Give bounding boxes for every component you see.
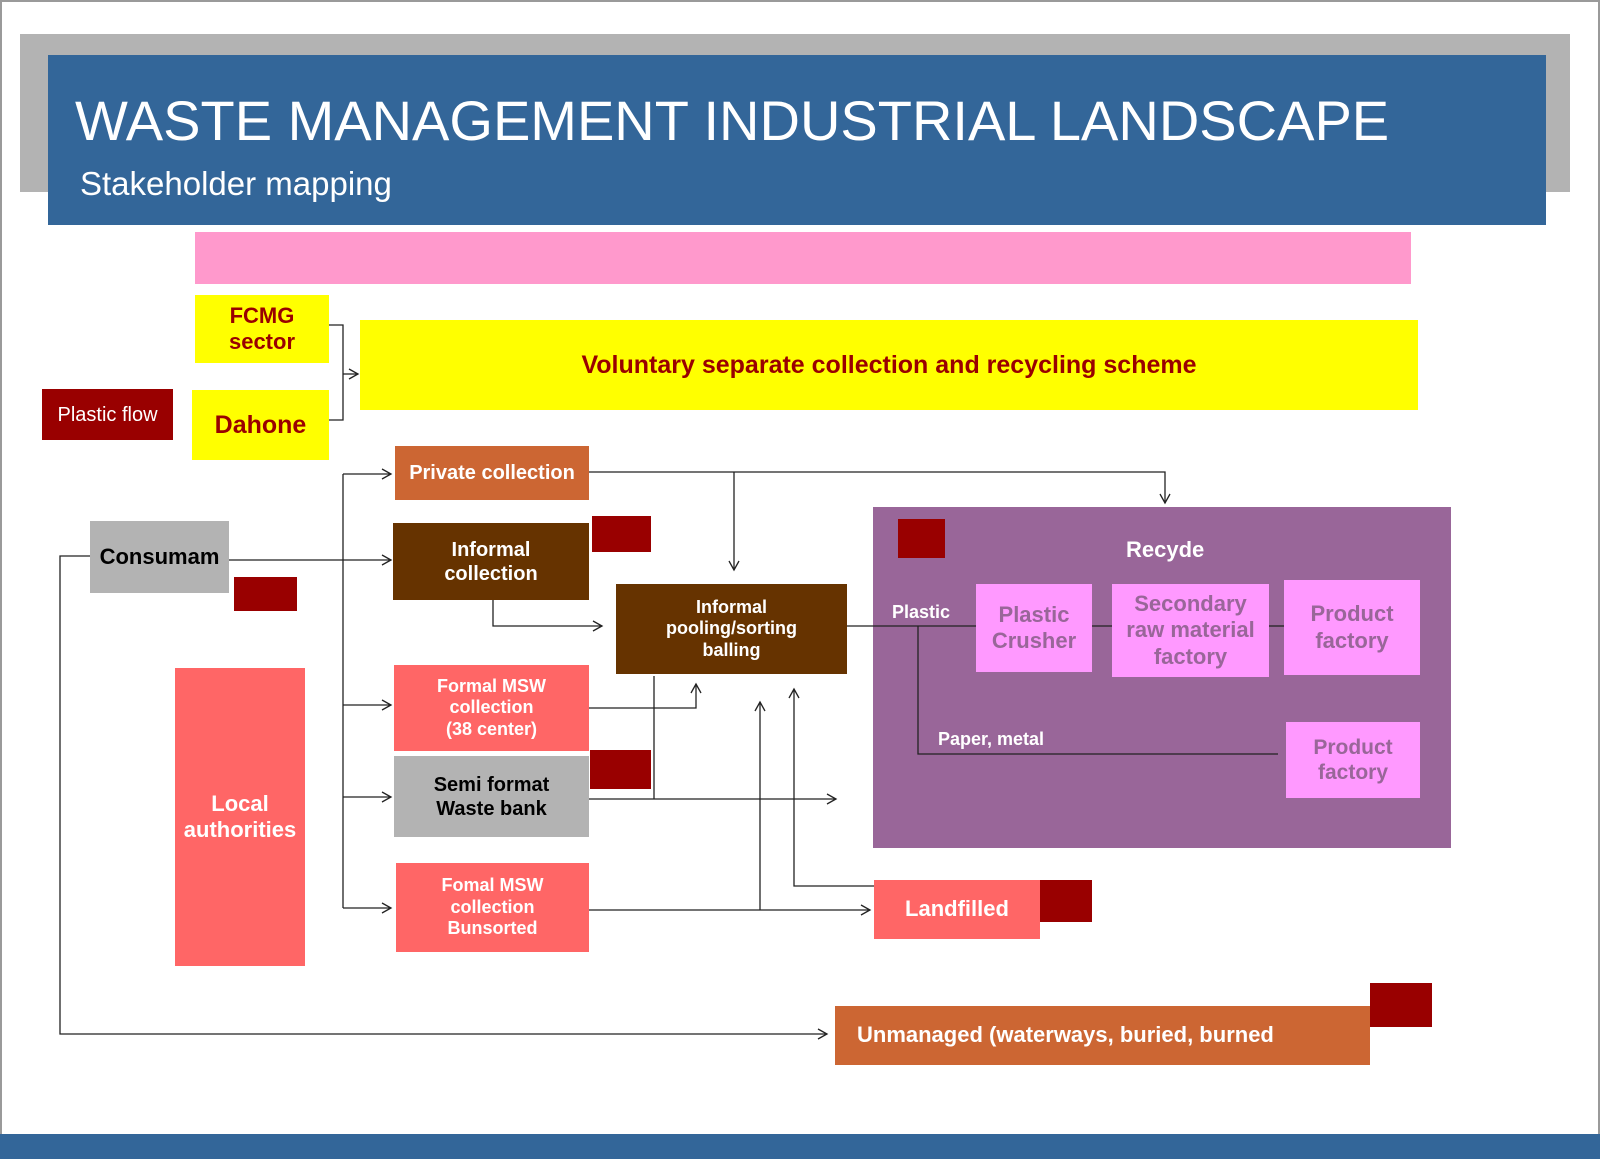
connector-lines [59,324,1284,1040]
